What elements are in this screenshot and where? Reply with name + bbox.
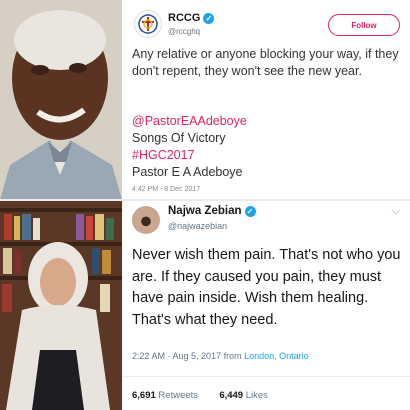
rccg-display-name[interactable]: RCCG ✓ [168, 12, 215, 24]
photo-najwa [0, 200, 122, 410]
najwa-tweet-meta: 2:22 AM · Aug 5, 2017 from London, Ontar… [132, 351, 309, 361]
likes-count[interactable]: 6,449 [219, 390, 243, 401]
rccg-name-text: RCCG [168, 12, 201, 24]
tweet-line-songs: Songs Of Victory [132, 131, 226, 145]
retweets-label[interactable]: Retweets [158, 390, 198, 401]
rccg-logo-icon [138, 14, 158, 34]
verified-badge-icon: ✓ [203, 12, 215, 24]
stats-divider [122, 376, 410, 377]
tweet-line-pastor: Pastor E A Adeboye [132, 165, 243, 179]
tweet-najwa: Najwa Zebian ✓ @najwazebian ⌵ Never wish… [122, 201, 410, 410]
najwa-avatar[interactable] [132, 206, 160, 234]
rccg-handle[interactable]: @rccghq [168, 27, 200, 36]
tweet-time-date[interactable]: 2:22 AM · Aug 5, 2017 from [132, 351, 244, 361]
tweet-stats: 6,691 Retweets 6,449 Likes [132, 390, 268, 401]
location-link[interactable]: London, Ontario [244, 351, 309, 361]
likes-label[interactable]: Likes [246, 390, 268, 401]
retweets-count[interactable]: 6,691 [132, 390, 156, 401]
najwa-tweet-text: Never wish them pain. That's not who you… [132, 247, 401, 328]
tweet-rccg: RCCG ✓ @rccghq Follow Any relative or an… [122, 0, 410, 199]
mention-link[interactable]: @PastorEAAdeboye [132, 113, 247, 130]
chevron-down-icon[interactable]: ⌵ [392, 205, 400, 218]
photo-pastor [0, 0, 122, 200]
najwa-handle[interactable]: @najwazebian [168, 221, 227, 231]
rccg-tweet-text: Any relative or anyone blocking your way… [132, 47, 399, 78]
hashtag-link[interactable]: #HGC2017 [132, 147, 247, 164]
rccg-tweet-lines: @PastorEAAdeboye Songs Of Victory #HGC20… [132, 113, 247, 181]
rccg-timestamp[interactable]: 4:42 PM - 8 Dec 2017 [132, 186, 200, 193]
verified-badge-icon: ✓ [244, 205, 256, 217]
najwa-name-text: Najwa Zebian [168, 205, 242, 217]
najwa-photo-image [0, 200, 122, 410]
najwa-display-name[interactable]: Najwa Zebian ✓ [168, 205, 256, 217]
pastor-photo-image [0, 0, 122, 200]
rccg-avatar[interactable] [134, 10, 162, 38]
follow-button[interactable]: Follow [328, 14, 400, 36]
